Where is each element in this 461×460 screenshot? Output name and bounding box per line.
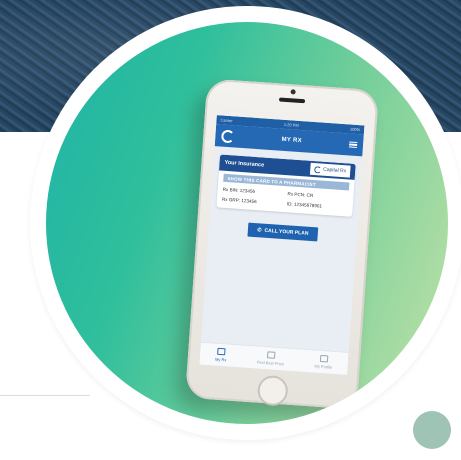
nav-title: MY RX <box>281 136 303 145</box>
divider-line <box>0 395 90 396</box>
hamburger-menu-icon[interactable] <box>348 140 358 149</box>
call-your-plan-button[interactable]: ✆ CALL YOUR PLAN <box>247 222 319 242</box>
brand-badge: Capital Rx <box>309 162 351 178</box>
rx-grp: Rx GRP: 123456 <box>221 196 257 205</box>
hero-circle: Carrier 1:20 PM 100% MY RX Your Insuranc… <box>46 22 448 424</box>
insurance-card: Your Insurance Capital Rx SHOW THIS CARD… <box>216 154 356 217</box>
decorative-dot <box>413 411 451 449</box>
brand-logo-icon <box>313 165 322 174</box>
brand-name: Capital Rx <box>322 166 347 175</box>
rx-card-icon <box>217 347 226 356</box>
card-title: Your Insurance <box>224 159 265 169</box>
tab-find-best-price[interactable]: Find Best Price <box>256 351 285 367</box>
rx-pcn: Rx PCN: CR <box>287 191 314 199</box>
tab-my-profile[interactable]: My Profile <box>314 354 333 370</box>
phone-mockup: Carrier 1:20 PM 100% MY RX Your Insuranc… <box>185 78 379 410</box>
phone-screen: Carrier 1:20 PM 100% MY RX Your Insuranc… <box>199 115 365 375</box>
member-id: ID: 12345678901 <box>286 201 323 209</box>
tab-label: My Profile <box>314 363 333 370</box>
camera-dot <box>290 89 296 95</box>
status-carrier: Carrier <box>220 117 233 124</box>
phone-icon: ✆ <box>257 227 262 234</box>
tab-label: My Rx <box>214 356 227 363</box>
status-time: 1:20 PM <box>283 121 299 128</box>
capital-rx-logo-icon[interactable] <box>220 129 235 143</box>
speaker-grille <box>278 97 306 104</box>
tab-my-rx[interactable]: My Rx <box>214 347 227 363</box>
status-battery: 100% <box>349 126 361 133</box>
tab-bar: My Rx Find Best Price My Profile <box>199 341 349 375</box>
rx-bin: Rx BIN: 123456 <box>222 186 256 194</box>
call-button-label: CALL YOUR PLAN <box>264 227 309 237</box>
home-button <box>256 374 289 407</box>
profile-icon <box>319 354 329 363</box>
tab-label: Find Best Price <box>256 359 285 367</box>
price-tag-icon <box>266 351 276 359</box>
